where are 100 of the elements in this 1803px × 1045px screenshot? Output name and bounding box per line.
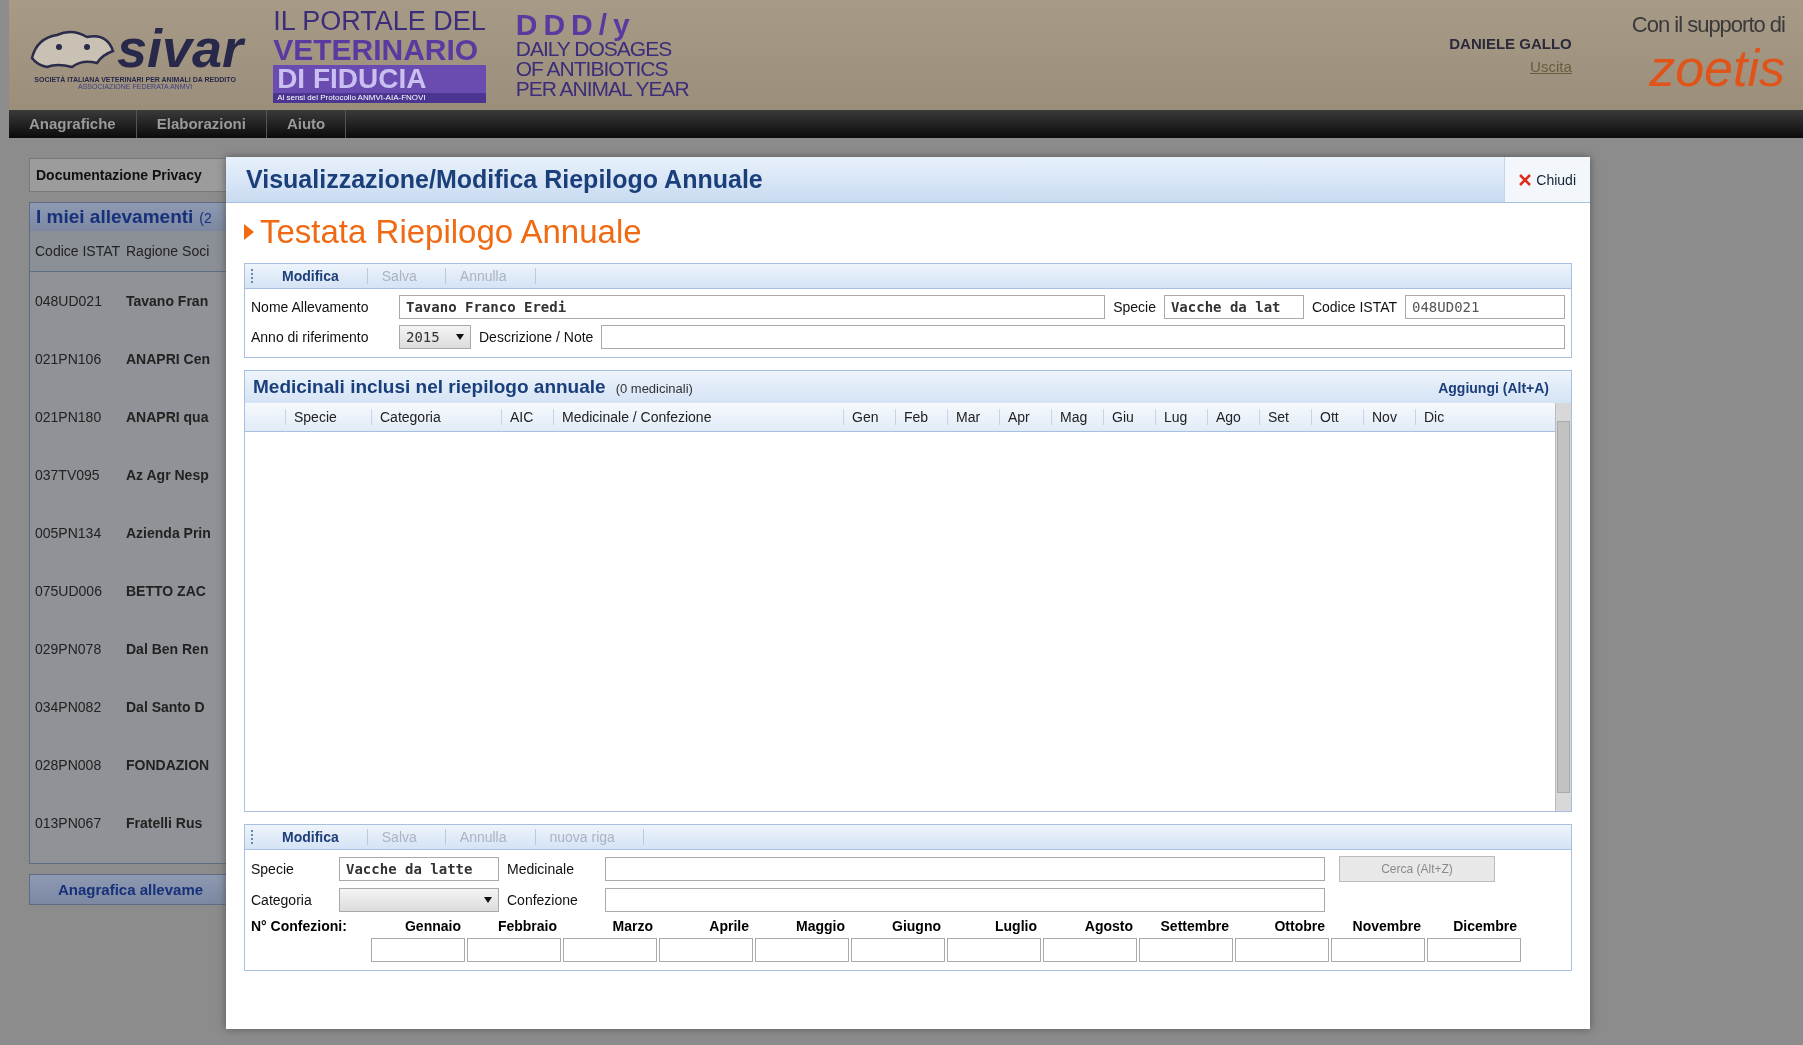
column-header[interactable]: Ott [1311,409,1363,425]
farm-code[interactable]: 037TV095 [30,467,126,483]
istat-code-field[interactable]: 048UD021 [1405,295,1565,319]
month-label: Aprile [708,918,750,934]
column-header: Ragione Soci [126,243,210,259]
column-header[interactable]: Apr [999,409,1051,425]
species-field[interactable]: Vacche da lat [1163,295,1304,319]
package-field[interactable] [605,888,1325,912]
quantity-field[interactable] [563,938,657,962]
column-header[interactable]: Mar [947,409,999,425]
triangle-icon [244,222,254,242]
sponsor-caption: Con il supporto di [1631,12,1785,38]
category-dropdown[interactable] [339,888,499,912]
portal-logo-line: VETERINARIO [273,34,480,65]
month-label: Dicembre [1452,918,1518,934]
field-label: Medicinale [507,861,575,877]
column-header[interactable]: Lug [1155,409,1207,425]
farm-name-field[interactable]: Tavano Franco Eredi [399,295,1106,319]
farm-name[interactable]: FONDAZION [126,757,210,773]
quantity-field[interactable] [371,938,465,962]
quantity-field[interactable] [1331,938,1425,962]
dialog-title: Visualizzazione/Modifica Riepilogo Annuale [246,165,764,194]
column-header[interactable]: Categoria [371,409,501,425]
field-label: Specie [1113,299,1156,315]
close-button[interactable]: Chiudi [1504,157,1590,202]
farm-code[interactable]: 021PN180 [30,409,126,425]
month-label: Luglio [994,918,1038,934]
column-header[interactable]: Set [1259,409,1311,425]
farm-code[interactable]: 028PN008 [30,757,126,773]
quantity-field[interactable] [659,938,753,962]
farm-code[interactable]: 048UD021 [30,293,126,309]
ddd-logo-line: OF ANTIBIOTICS [515,59,669,80]
section-heading: Testata Riepilogo Annuale [260,213,642,251]
month-label: Ottobre [1273,918,1326,934]
column-header[interactable]: Feb [895,409,947,425]
medicine-field[interactable] [605,857,1325,881]
ddd-logo-line: PER ANIMAL YEAR [515,79,689,100]
toolbar-button[interactable]: Modifica [268,829,368,845]
farm-code[interactable]: 005PN134 [30,525,126,541]
quantity-field[interactable] [851,938,945,962]
grip-icon [251,830,256,844]
field-label: Anno di riferimento [251,329,370,345]
field-label: Nome Allevamento [251,299,370,315]
field-label: N° Confezioni: [251,918,348,934]
ddd-logo-title: DDD/y [515,10,637,40]
farm-name[interactable]: Dal Santo D [126,699,205,715]
farm-name[interactable]: ANAPRI Cen [126,351,210,367]
month-label: Maggio [795,918,846,934]
field-label: Specie [251,861,295,877]
month-label: Gennaio [404,918,462,934]
column-header[interactable]: Medicinale / Confezione [553,409,843,425]
farm-name[interactable]: Tavano Fran [126,293,209,309]
column-header[interactable]: Nov [1363,409,1415,425]
close-icon [1519,173,1532,186]
quantity-field[interactable] [1043,938,1137,962]
farm-code[interactable]: 021PN106 [30,351,126,367]
medicine-count: (0 medicinali) [615,381,693,396]
user-name: DANIELE GALLO [1449,35,1572,52]
portal-logo-line: IL PORTALE DEL [273,7,486,35]
year-dropdown[interactable]: 2015 [399,325,471,349]
field-label: Categoria [251,892,313,908]
month-label: Novembre [1351,918,1422,934]
farm-code[interactable]: 034PN082 [30,699,126,715]
column-header[interactable]: Dic [1415,409,1467,425]
farm-code[interactable]: 013PN067 [30,815,126,831]
farm-name[interactable]: Azienda Prin [126,525,211,541]
farm-name[interactable]: BETTO ZAC [126,583,206,599]
field-label: Descrizione / Note [479,329,594,345]
farm-code[interactable]: 075UD006 [30,583,126,599]
grip-icon [251,269,256,283]
quantity-field[interactable] [1235,938,1329,962]
month-label: Settembre [1159,918,1230,934]
farm-code[interactable]: 029PN078 [30,641,126,657]
field-label: Codice ISTAT [1311,299,1397,315]
toolbar-button[interactable]: Modifica [268,268,368,284]
farm-name[interactable]: Fratelli Rus [126,815,203,831]
quantity-field[interactable] [947,938,1041,962]
quantity-field[interactable] [755,938,849,962]
notes-field[interactable] [601,325,1565,349]
column-header[interactable]: AIC [501,409,553,425]
month-label: Febbraio [496,918,558,934]
column-header: Codice ISTAT [34,243,122,259]
add-link[interactable]: Aggiungi (Alt+A) [1438,380,1549,396]
column-header[interactable]: Gen [843,409,895,425]
quantity-field[interactable] [1139,938,1233,962]
scrollbar[interactable] [1555,403,1571,811]
column-header[interactable]: Giu [1103,409,1155,425]
dropdown-arrow-icon [456,334,464,340]
logo-name: sivar [117,20,244,76]
quantity-field[interactable] [467,938,561,962]
column-header[interactable]: Specie [285,409,371,425]
farm-name[interactable]: Dal Ben Ren [126,641,209,657]
species-field[interactable]: Vacche da latte [339,857,499,881]
panel-title: Medicinali inclusi nel riepilogo annuale [253,376,606,398]
column-header[interactable]: Mag [1051,409,1103,425]
sponsor-logo: zoetis [1649,38,1785,98]
column-header[interactable]: Ago [1207,409,1259,425]
farm-name[interactable]: ANAPRI qua [126,409,209,425]
farm-name[interactable]: Az Agr Nesp [126,467,209,483]
quantity-field[interactable] [1427,938,1521,962]
